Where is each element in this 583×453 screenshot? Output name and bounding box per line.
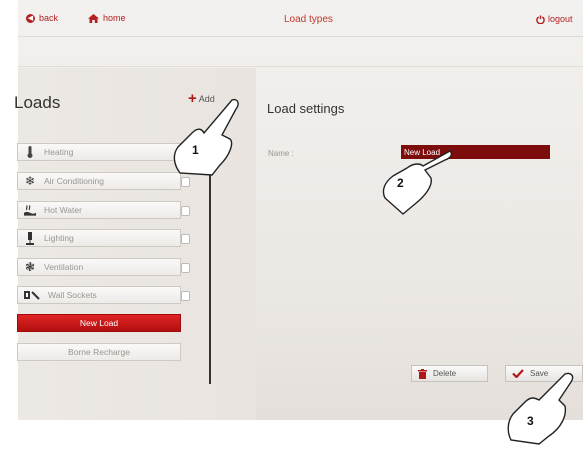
callout-number: 3: [527, 414, 534, 428]
callout-number: 1: [192, 143, 199, 157]
load-item-new-load[interactable]: New Load: [17, 314, 181, 332]
callout-hand-2: 2: [375, 146, 455, 226]
lock-icon: [181, 234, 190, 244]
lock-icon: [181, 263, 190, 273]
name-label: Name :: [268, 149, 294, 158]
divider: [18, 66, 583, 67]
logout-label: logout: [548, 14, 573, 24]
delete-label: Delete: [433, 369, 457, 378]
load-item-label: Borne Recharge: [68, 347, 130, 357]
lock-icon: [181, 206, 190, 216]
back-link[interactable]: ◀ back: [26, 13, 58, 23]
top-bar: ◀ back home Load types logout: [18, 0, 583, 37]
back-label: back: [39, 13, 59, 23]
home-label: home: [103, 13, 126, 23]
load-item-lighting[interactable]: Lighting: [17, 229, 190, 247]
fan-icon: ❃: [24, 260, 36, 274]
callout-number: 2: [397, 176, 404, 190]
load-item-hot-water[interactable]: Hot Water: [17, 201, 190, 219]
hot-water-icon: [24, 204, 36, 216]
load-item-wall-sockets[interactable]: Wall Sockets: [17, 286, 190, 304]
power-icon: [536, 14, 545, 24]
trash-icon: [418, 368, 427, 379]
loads-title: Loads: [14, 93, 61, 112]
load-item-label: Air Conditioning: [44, 176, 105, 186]
logout-link[interactable]: logout: [536, 14, 573, 24]
load-item-label: Lighting: [44, 233, 74, 243]
load-settings-title: Load settings: [267, 101, 345, 116]
plug-icon: [24, 289, 40, 301]
load-item-label: New Load: [79, 318, 119, 328]
load-item-air-conditioning[interactable]: ❄ Air Conditioning: [17, 172, 190, 190]
lock-icon: [181, 291, 190, 301]
load-item-label: Wall Sockets: [48, 290, 97, 300]
delete-button[interactable]: Delete: [411, 365, 488, 382]
load-item-label: Heating: [44, 147, 74, 157]
lamp-icon: [24, 231, 36, 245]
home-link[interactable]: home: [88, 13, 126, 23]
back-arrow-icon: ◀: [26, 13, 35, 23]
callout-hand-3: 3: [505, 370, 583, 453]
thermometer-icon: [24, 146, 36, 158]
load-item-heating[interactable]: Heating: [17, 143, 181, 161]
load-item-borne-recharge[interactable]: Borne Recharge: [17, 343, 181, 361]
page-title: Load types: [284, 14, 333, 25]
load-item-ventilation[interactable]: ❃ Ventilation: [17, 258, 190, 276]
snowflake-icon: ❄: [24, 174, 36, 188]
load-item-label: Ventilation: [44, 262, 84, 272]
home-icon: [88, 13, 99, 23]
callout-hand-1: 1: [172, 95, 247, 190]
load-item-label: Hot Water: [44, 205, 82, 215]
